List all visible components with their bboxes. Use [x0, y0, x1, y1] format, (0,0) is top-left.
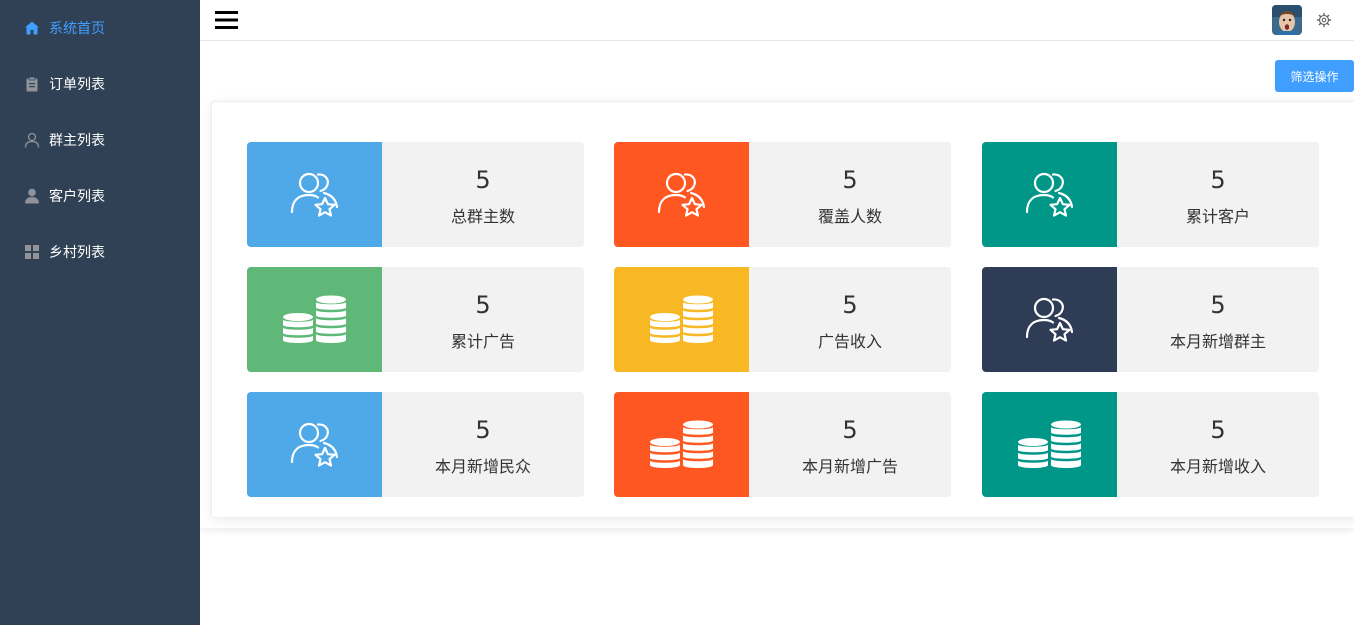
stat-info: 5 本月新增广告	[749, 392, 951, 497]
stat-label: 广告收入	[817, 332, 882, 351]
stat-label: 覆盖人数	[817, 207, 882, 226]
users-star-icon	[247, 392, 382, 497]
user-outline-icon	[24, 132, 40, 148]
stat-card: 5 广告收入	[614, 267, 951, 372]
sidebar: 系统首页 订单列表 群主列表 客户列表 乡村列表	[0, 0, 200, 625]
coins-icon	[614, 392, 749, 497]
gear-icon[interactable]	[1316, 12, 1332, 28]
sidebar-item-group-owners[interactable]: 群主列表	[0, 112, 200, 168]
grid-icon	[24, 244, 40, 260]
stat-label: 本月新增收入	[1169, 457, 1266, 476]
stat-card: 5 本月新增广告	[614, 392, 951, 497]
home-icon	[24, 20, 40, 36]
user-solid-icon	[24, 188, 40, 204]
coins-icon	[614, 267, 749, 372]
stat-label: 本月新增广告	[801, 457, 898, 476]
users-star-icon	[982, 267, 1117, 372]
stat-info: 5 本月新增收入	[1117, 392, 1319, 497]
top-navbar	[200, 0, 1354, 41]
coins-icon	[247, 267, 382, 372]
stat-value: 5	[1210, 166, 1226, 194]
stat-card: 5 本月新增民众	[247, 392, 584, 497]
stat-info: 5 总群主数	[382, 142, 584, 247]
sidebar-item-orders[interactable]: 订单列表	[0, 56, 200, 112]
stat-card: 5 总群主数	[247, 142, 584, 247]
stat-label: 本月新增民众	[434, 457, 531, 476]
stat-value: 5	[842, 416, 858, 444]
hamburger-icon[interactable]	[215, 9, 239, 31]
users-star-icon	[982, 142, 1117, 247]
stat-value: 5	[1210, 291, 1226, 319]
sidebar-item-customers[interactable]: 客户列表	[0, 168, 200, 224]
stat-info: 5 广告收入	[749, 267, 951, 372]
stat-value: 5	[475, 291, 491, 319]
stat-info: 5 本月新增民众	[382, 392, 584, 497]
sidebar-item-label: 系统首页	[49, 21, 105, 37]
sidebar-item-label: 群主列表	[49, 133, 105, 149]
stat-value: 5	[475, 416, 491, 444]
stat-label: 累计客户	[1185, 207, 1250, 226]
stat-info: 5 累计广告	[382, 267, 584, 372]
stat-label: 总群主数	[450, 207, 515, 226]
stat-info: 5 累计客户	[1117, 142, 1319, 247]
clipboard-icon	[24, 76, 40, 92]
stat-card: 5 累计广告	[247, 267, 584, 372]
stat-info: 5 覆盖人数	[749, 142, 951, 247]
filter-button[interactable]: 筛选操作	[1275, 60, 1354, 92]
panel-shadow	[200, 518, 1354, 528]
stat-info: 5 本月新增群主	[1117, 267, 1319, 372]
stat-value: 5	[842, 291, 858, 319]
stat-card: 5 本月新增群主	[982, 267, 1319, 372]
stat-label: 累计广告	[450, 332, 515, 351]
stat-card: 5 本月新增收入	[982, 392, 1319, 497]
sidebar-item-home[interactable]: 系统首页	[0, 0, 200, 56]
stat-card: 5 累计客户	[982, 142, 1319, 247]
sidebar-item-villages[interactable]: 乡村列表	[0, 224, 200, 280]
sidebar-item-label: 乡村列表	[49, 245, 105, 261]
stat-value: 5	[842, 166, 858, 194]
sidebar-item-label: 订单列表	[49, 77, 105, 93]
stats-panel: 5 总群主数 5 覆盖人数 5 累计客户 5 累计广告 5 广告收入 5 本月新…	[211, 101, 1354, 518]
users-star-icon	[614, 142, 749, 247]
avatar-icon[interactable]	[1272, 5, 1302, 35]
sidebar-item-label: 客户列表	[49, 189, 105, 205]
stat-value: 5	[475, 166, 491, 194]
main-area: 筛选操作 5 总群主数 5 覆盖人数 5 累计客户 5 累计广告 5 广告收入 …	[200, 0, 1354, 625]
stat-label: 本月新增群主	[1169, 332, 1266, 351]
users-star-icon	[247, 142, 382, 247]
stat-value: 5	[1210, 416, 1226, 444]
toolbar: 筛选操作	[200, 41, 1354, 101]
stat-card: 5 覆盖人数	[614, 142, 951, 247]
coins-icon	[982, 392, 1117, 497]
